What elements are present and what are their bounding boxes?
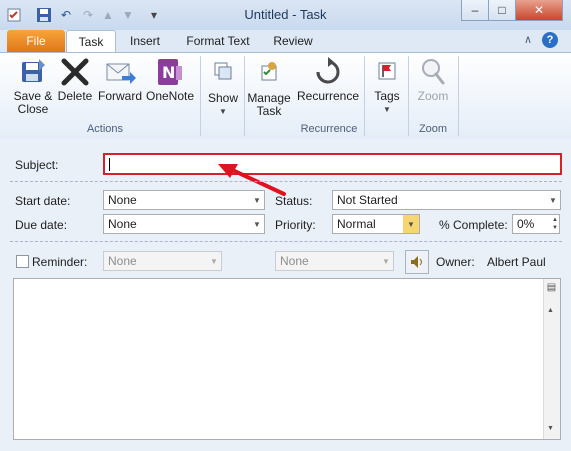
due-date-label: Due date: [15,218,68,232]
status-label: Status: [275,194,313,208]
reminder-date-field[interactable]: None ▼ [103,251,222,271]
ribbon-separator [408,56,409,136]
status-select[interactable]: Not Started ▼ [332,190,561,210]
percent-complete-value: 0% [517,217,535,231]
zoom-label: Zoom [417,89,449,103]
text-cursor [109,158,110,172]
forward-label: Forward [97,89,142,103]
due-date-value: None [108,217,137,231]
flag-icon [376,60,398,82]
reminder-time-field[interactable]: None ▼ [275,251,394,271]
start-date-field[interactable]: None ▼ [103,190,265,210]
status-dropdown-icon[interactable]: ▼ [546,191,560,209]
ribbon-separator [458,56,459,136]
notes-scrollbar[interactable]: ▤ ▲ ▼ [543,279,560,439]
save-close-label: Save & Close [13,89,53,116]
task-notes-body[interactable]: ▤ ▲ ▼ [13,278,561,440]
speaker-icon [411,256,422,268]
start-date-dropdown-icon[interactable]: ▼ [250,191,264,209]
status-value: Not Started [337,193,398,207]
reminder-checkbox[interactable] [16,255,29,268]
percent-complete-label: % Complete: [439,218,508,232]
tab-format-text[interactable]: Format Text [180,30,256,52]
reminder-time-value: None [280,254,309,268]
onenote-label: OneNote [146,89,195,103]
reminder-date-value: None [108,254,137,268]
zoom-button[interactable]: Zoom [412,56,454,103]
scroll-up-icon[interactable]: ▲ [547,307,554,314]
tab-insert[interactable]: Insert [124,30,166,52]
forward-button[interactable]: Forward [96,56,144,103]
due-date-field[interactable]: None ▼ [103,214,265,234]
recurrence-label: Recurrence [296,89,360,103]
tab-file[interactable]: File [7,30,65,52]
notes-options-icon[interactable]: ▤ [545,282,558,295]
owner-label: Owner: [436,255,475,269]
start-date-value: None [108,193,137,207]
priority-dropdown-icon[interactable]: ▼ [403,215,419,233]
show-icon [212,60,234,82]
forward-envelope-icon [104,56,136,88]
reminder-time-dropdown-icon[interactable]: ▼ [379,252,393,270]
show-button[interactable]: Show ▼ [204,56,242,118]
show-label: Show [207,91,239,105]
subject-input[interactable] [103,153,562,175]
delete-button[interactable]: Delete [56,56,94,103]
close-button[interactable]: ✕ [515,0,563,21]
save-close-button[interactable]: Save & Close [10,56,56,116]
ribbon-separator [364,56,365,136]
tags-dropdown-icon: ▼ [383,105,391,114]
tab-task[interactable]: Task [66,30,116,53]
percent-complete-spinner[interactable]: 0% ▲ ▼ [512,214,560,234]
spinner-arrows-icon[interactable]: ▲ ▼ [552,216,558,232]
tab-review[interactable]: Review [266,30,320,52]
subject-label: Subject: [15,158,59,172]
priority-select[interactable]: Normal ▼ [332,214,420,234]
onenote-button[interactable]: N OneNote [146,56,194,103]
reminder-label: Reminder: [32,255,88,269]
actions-group-label: Actions [86,123,124,135]
manage-task-button[interactable]: Manage Task [246,56,292,118]
manage-task-label: Manage Task [247,91,291,118]
help-icon[interactable]: ? [542,32,558,48]
recurrence-group-label: Recurrence [300,123,358,135]
scroll-down-icon[interactable]: ▼ [547,425,554,432]
svg-text:N: N [162,63,175,82]
due-date-dropdown-icon[interactable]: ▼ [250,215,264,233]
onenote-icon: N [154,56,186,88]
recurrence-button[interactable]: Recurrence [296,56,360,103]
priority-label: Priority: [275,218,316,232]
tags-label: Tags [374,89,400,103]
magnifier-icon [417,56,449,88]
section-divider [10,241,562,242]
minimize-button[interactable]: – [461,0,489,21]
show-dropdown-icon: ▼ [219,107,227,116]
reminder-date-dropdown-icon[interactable]: ▼ [207,252,221,270]
tags-button[interactable]: Tags ▼ [368,56,406,116]
delete-x-icon [59,56,91,88]
zoom-group-label: Zoom [418,123,448,135]
owner-value: Albert Paul [487,255,546,269]
manage-task-icon [258,60,280,82]
reminder-sound-button[interactable] [405,250,429,274]
minimize-ribbon-icon[interactable]: ∧ [524,33,532,46]
ribbon-separator [244,56,245,136]
save-close-icon [17,56,49,88]
section-divider [10,181,562,182]
start-date-label: Start date: [15,194,71,208]
maximize-button[interactable]: □ [488,0,516,21]
priority-value: Normal [337,217,376,231]
recurrence-icon [312,56,344,88]
delete-label: Delete [57,89,93,103]
ribbon-separator [200,56,201,136]
